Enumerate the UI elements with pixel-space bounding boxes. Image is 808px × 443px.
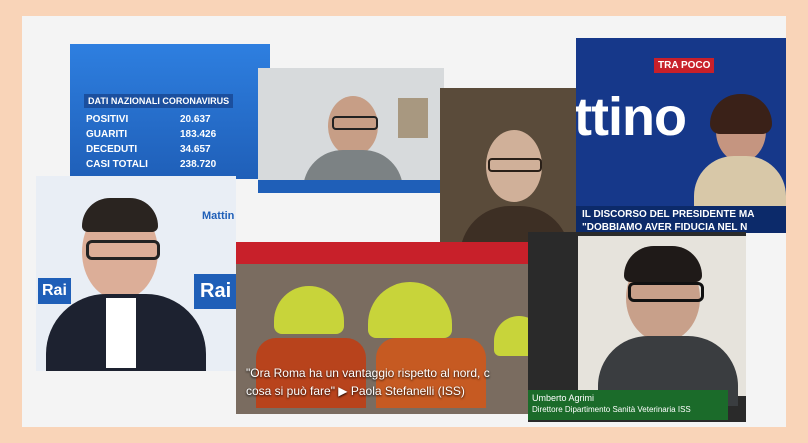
ticker-bar: IL DISCORSO DEL PRESIDENTE MA "DOBBIAMO … [576,206,786,233]
news-caption: "Ora Roma ha un vantaggio rispetto al no… [246,366,490,380]
video-wall-window [398,98,428,138]
stats-value: 34.657 [180,144,211,155]
radio-news-panel: "Ora Roma ha un vantaggio rispetto al no… [236,242,532,414]
news-header-bar [236,242,532,264]
helmet-icon [368,282,452,338]
guest-panel: Umberto Agrimi Direttore Dipartimento Sa… [528,232,746,422]
stats-row: CASI TOTALI [86,159,148,170]
stats-value: 20.637 [180,114,211,125]
show-tag: TRA POCO [654,58,715,73]
glasses-icon [628,282,704,302]
guest-name-bar: Umberto Agrimi Direttore Dipartimento Sa… [528,390,728,420]
video-call-panel [258,68,444,193]
news-caption: cosa si può fare" ▶ Paola Stefanelli (IS… [246,384,465,398]
stats-row-label: CASI TOTALI [86,159,148,170]
show-headline: ttino [576,87,687,147]
person-hair [624,246,702,282]
rai-logo: Rai [194,274,236,309]
helmet-icon [274,286,344,334]
stats-panel: DATI NAZIONALI CORONAVIRUS POSITIVI 20.6… [70,44,270,179]
stats-row: POSITIVI [86,114,128,125]
stats-row-label: POSITIVI [86,114,129,125]
stats-value: 238.720 [180,159,216,170]
stats-row-value: 20.637 [180,114,211,125]
presenter-hair [710,94,772,134]
stats-title: DATI NAZIONALI CORONAVIRUS [84,94,234,108]
guest-role: Direttore Dipartimento Sanità Veterinari… [532,405,691,414]
stats-row-value: 238.720 [180,159,217,170]
video-footer-bar [258,180,444,193]
stats-row-label: GUARITI [86,129,128,140]
stats-row-label: DECEDUTI [86,144,138,155]
side-text: Mattin [202,210,235,222]
stats-row-value: 34.657 [180,144,211,155]
glasses-icon [488,158,542,172]
speaker-panel: Mattin Rai Rai [36,176,236,371]
collage-frame: DATI NAZIONALI CORONAVIRUS POSITIVI 20.6… [22,16,786,427]
person-hair [82,198,158,232]
older-man-panel [440,88,580,248]
stats-row: DECEDUTI [86,144,137,155]
stats-row: GUARITI [86,129,127,140]
ticker-line: IL DISCORSO DEL PRESIDENTE MA [582,209,755,220]
rai-logo: Rai [38,278,71,304]
mattino-panel: TRA POCO ttino IL DISCORSO DEL PRESIDENT… [576,38,786,233]
stats-row-value: 183.426 [180,129,217,140]
shirt [106,298,136,368]
guest-name: Umberto Agrimi [532,393,595,403]
helmet-icon [494,316,532,356]
glasses-icon [86,240,160,260]
glasses-icon [332,116,378,130]
stats-value: 183.426 [180,129,216,140]
